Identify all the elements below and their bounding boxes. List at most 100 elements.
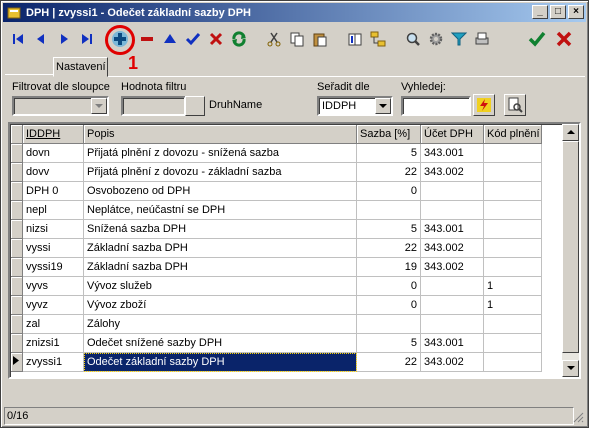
cell-kod[interactable] <box>484 182 542 201</box>
cell-ucet[interactable] <box>421 315 484 334</box>
title-bar[interactable]: DPH | zvyssi1 - Odečet základní sazby DP… <box>3 3 586 22</box>
cell-kod[interactable] <box>484 258 542 277</box>
row-indicator[interactable] <box>11 258 23 277</box>
refresh-button[interactable] <box>228 28 250 50</box>
resize-grip-icon[interactable] <box>573 412 584 423</box>
row-indicator[interactable] <box>11 182 23 201</box>
cell-ucet[interactable]: 343.001 <box>421 334 484 353</box>
ok-button[interactable] <box>526 28 548 50</box>
add-record-button[interactable] <box>109 28 131 50</box>
cell-ucet[interactable]: 343.002 <box>421 239 484 258</box>
cell-iddph[interactable]: zal <box>23 315 84 334</box>
first-record-button[interactable] <box>7 28 29 50</box>
cell-kod[interactable] <box>484 220 542 239</box>
cell-kod[interactable] <box>484 334 542 353</box>
cell-sazba[interactable]: 5 <box>357 334 421 353</box>
cell-sazba[interactable]: 22 <box>357 239 421 258</box>
chevron-down-icon[interactable] <box>91 98 107 114</box>
cell-ucet[interactable]: 343.001 <box>421 144 484 163</box>
cell-ucet[interactable]: 343.002 <box>421 353 484 372</box>
cell-popis[interactable]: Přijatá plnění z dovozu - snížená sazba <box>84 144 357 163</box>
cell-iddph[interactable]: dovn <box>23 144 84 163</box>
cell-ucet[interactable] <box>421 201 484 220</box>
cell-sazba[interactable]: 5 <box>357 144 421 163</box>
search-input[interactable] <box>401 96 471 116</box>
search-button[interactable] <box>402 28 424 50</box>
data-grid[interactable]: IDDPH Popis Sazba [%] Účet DPH Kód plněn… <box>8 122 581 379</box>
cell-sazba[interactable]: 22 <box>357 353 421 372</box>
header-kod[interactable]: Kód plnění <box>484 125 542 144</box>
next-record-button[interactable] <box>53 28 75 50</box>
cell-ucet[interactable] <box>421 296 484 315</box>
table-row[interactable]: nizsi Snížená sazba DPH 5 343.001 <box>11 220 565 239</box>
cell-ucet[interactable]: 343.002 <box>421 258 484 277</box>
cell-popis[interactable]: Zálohy <box>84 315 357 334</box>
cell-iddph[interactable]: DPH 0 <box>23 182 84 201</box>
cell-kod[interactable] <box>484 315 542 334</box>
cell-sazba[interactable]: 0 <box>357 277 421 296</box>
row-indicator[interactable] <box>11 239 23 258</box>
row-indicator[interactable] <box>11 220 23 239</box>
row-indicator[interactable] <box>11 201 23 220</box>
cell-sazba[interactable] <box>357 315 421 334</box>
paste-button[interactable] <box>309 28 331 50</box>
table-row[interactable]: vyssi19 Základní sazba DPH 19 343.002 <box>11 258 565 277</box>
filter-value-input[interactable] <box>121 96 186 116</box>
table-row[interactable]: vyvz Vývoz zboží 0 1 <box>11 296 565 315</box>
row-indicator[interactable] <box>11 277 23 296</box>
table-row[interactable]: vyvs Vývoz služeb 0 1 <box>11 277 565 296</box>
delete-record-button[interactable] <box>136 28 158 50</box>
scroll-down-button[interactable] <box>562 360 579 377</box>
cancel-edit-button[interactable] <box>205 28 227 50</box>
table-row[interactable]: vyssi Základní sazba DPH 22 343.002 <box>11 239 565 258</box>
cell-iddph[interactable]: vyssi <box>23 239 84 258</box>
close-button[interactable]: × <box>568 5 584 19</box>
table-row[interactable]: nepl Neplátce, neúčastní se DPH <box>11 201 565 220</box>
table-row[interactable]: dovn Přijatá plnění z dovozu - snížená sa… <box>11 144 565 163</box>
vertical-scrollbar[interactable] <box>562 124 579 377</box>
prior-record-button[interactable] <box>30 28 52 50</box>
cell-sazba[interactable]: 0 <box>357 296 421 315</box>
cell-popis[interactable]: Vývoz zboží <box>84 296 357 315</box>
close-form-button[interactable] <box>553 28 575 50</box>
search-go-button[interactable] <box>473 94 495 116</box>
book-button[interactable] <box>344 28 366 50</box>
cell-popis[interactable]: Osvobozeno od DPH <box>84 182 357 201</box>
cell-kod[interactable] <box>484 353 542 372</box>
cell-kod[interactable] <box>484 144 542 163</box>
cell-sazba[interactable]: 5 <box>357 220 421 239</box>
row-indicator[interactable] <box>11 296 23 315</box>
cell-iddph[interactable]: nizsi <box>23 220 84 239</box>
post-button[interactable] <box>182 28 204 50</box>
cell-iddph[interactable]: vyssi19 <box>23 258 84 277</box>
minimize-button[interactable]: _ <box>532 5 548 19</box>
tab-settings[interactable]: Nastavení <box>53 57 108 77</box>
scroll-thumb[interactable] <box>562 141 579 353</box>
cell-popis[interactable]: Neplátce, neúčastní se DPH <box>84 201 357 220</box>
row-indicator[interactable] <box>11 315 23 334</box>
row-indicator[interactable] <box>11 163 23 182</box>
cell-ucet[interactable] <box>421 182 484 201</box>
cell-sazba[interactable]: 22 <box>357 163 421 182</box>
cell-ucet[interactable] <box>421 277 484 296</box>
row-indicator[interactable] <box>11 353 23 372</box>
table-row[interactable]: zvyssi1 Odečet základní sazby DPH 22 343.00… <box>11 353 565 372</box>
copy-button[interactable] <box>286 28 308 50</box>
cell-popis[interactable]: Snížená sazba DPH <box>84 220 357 239</box>
filter-value-button[interactable] <box>185 96 205 116</box>
sort-select[interactable]: IDDPH <box>317 96 393 116</box>
cell-kod[interactable] <box>484 201 542 220</box>
cell-popis[interactable]: Přijatá plnění z dovozu - základní sazba <box>84 163 357 182</box>
cell-iddph[interactable]: dovv <box>23 163 84 182</box>
filter-column-select[interactable] <box>12 96 109 116</box>
cell-iddph[interactable]: znizsi1 <box>23 334 84 353</box>
cell-kod[interactable]: 1 <box>484 277 542 296</box>
search-options-button[interactable] <box>504 94 526 116</box>
header-popis[interactable]: Popis <box>84 125 357 144</box>
cell-iddph[interactable]: vyvz <box>23 296 84 315</box>
header-ucet[interactable]: Účet DPH <box>421 125 484 144</box>
cell-kod[interactable]: 1 <box>484 296 542 315</box>
cell-popis[interactable]: Základní sazba DPH <box>84 258 357 277</box>
table-row[interactable]: zal Zálohy <box>11 315 565 334</box>
cell-kod[interactable] <box>484 163 542 182</box>
